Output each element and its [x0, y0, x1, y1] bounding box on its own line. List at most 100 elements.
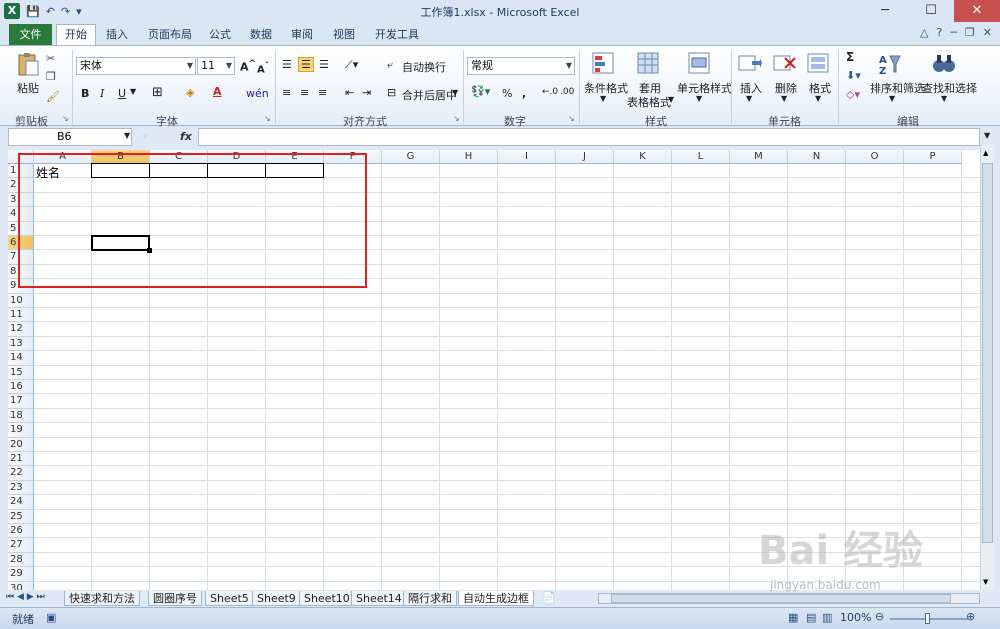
number-format-combo[interactable]: 常规 ▼ — [467, 57, 575, 75]
row-header-10[interactable]: 10 — [8, 293, 34, 308]
chevron-down-icon[interactable]: ▼ — [452, 88, 458, 97]
decrease-indent-icon[interactable]: ⇤ — [345, 86, 354, 99]
formula-input[interactable] — [198, 128, 980, 146]
increase-decimal-icon[interactable]: ←.0 — [542, 87, 558, 97]
sheet-tab[interactable]: Sheet5 — [205, 591, 254, 606]
autosum-icon[interactable]: Σ — [846, 50, 854, 64]
macro-record-icon[interactable]: ▣ — [46, 611, 56, 624]
insert-function-icon[interactable]: fx — [180, 130, 192, 143]
scroll-thumb[interactable] — [982, 163, 993, 543]
normal-view-icon[interactable]: ▦ — [788, 611, 798, 624]
page-break-view-icon[interactable]: ▥ — [822, 611, 832, 624]
number-launcher-icon[interactable]: ↘ — [568, 114, 575, 123]
phonetic-icon[interactable]: wén — [246, 87, 269, 100]
align-right-icon[interactable]: ≡ — [318, 86, 327, 99]
align-bottom-icon[interactable]: ☰ — [319, 58, 329, 71]
zoom-out-icon[interactable]: ⊖ — [875, 610, 884, 623]
sheet-tab[interactable]: Sheet14 — [351, 591, 407, 606]
wrap-text-icon[interactable]: ⤶ — [387, 58, 393, 72]
minimize-icon[interactable]: ─ — [862, 0, 908, 22]
row-header-12[interactable]: 12 — [8, 322, 34, 337]
row-header-24[interactable]: 24 — [8, 495, 34, 510]
row-header-13[interactable]: 13 — [8, 336, 34, 352]
row-header-23[interactable]: 23 — [8, 480, 34, 496]
format-as-table-button[interactable]: 表格格式 — [627, 94, 671, 110]
column-header-N[interactable]: N — [788, 150, 846, 164]
expand-formula-icon[interactable]: ▼ — [984, 131, 990, 140]
format-as-table-icon[interactable] — [637, 52, 661, 76]
ribbon-minimize-icon[interactable]: △ — [920, 26, 928, 39]
row-header-25[interactable]: 25 — [8, 509, 34, 524]
bold-button[interactable]: B — [81, 87, 89, 100]
clipboard-launcher-icon[interactable]: ↘ — [62, 114, 69, 123]
paste-icon[interactable] — [16, 52, 40, 76]
maximize-icon[interactable]: ☐ — [908, 0, 954, 22]
chevron-down-icon[interactable]: ▼ — [781, 94, 787, 103]
column-header-M[interactable]: M — [730, 150, 788, 164]
shrink-font-icon[interactable]: Aˇ — [257, 60, 269, 75]
align-left-icon[interactable]: ≡ — [282, 86, 291, 99]
align-top-icon[interactable]: ☰ — [282, 58, 292, 71]
italic-button[interactable]: I — [100, 87, 104, 100]
increase-indent-icon[interactable]: ⇥ — [362, 86, 371, 99]
row-header-17[interactable]: 17 — [8, 394, 34, 409]
row-header-21[interactable]: 21 — [8, 452, 34, 467]
tab-page-layout[interactable]: 页面布局 — [148, 26, 192, 46]
column-header-P[interactable]: P — [904, 150, 962, 164]
row-header-16[interactable]: 16 — [8, 380, 34, 395]
chevron-down-icon[interactable]: ▼ — [600, 94, 606, 103]
vertical-scrollbar[interactable]: ▲ ▼ — [980, 145, 994, 590]
row-header-11[interactable]: 11 — [8, 308, 34, 323]
column-header-G[interactable]: G — [382, 150, 440, 164]
doc-restore-icon[interactable]: ❐ — [965, 26, 975, 39]
help-icon[interactable]: ? — [936, 26, 942, 39]
format-painter-icon[interactable]: 🖌 — [46, 90, 60, 103]
cell-styles-button[interactable]: 单元格样式 — [677, 80, 732, 96]
merge-center-button[interactable]: 合并后居中 — [402, 87, 457, 103]
row-header-22[interactable]: 22 — [8, 466, 34, 481]
font-launcher-icon[interactable]: ↘ — [264, 114, 271, 123]
column-header-J[interactable]: J — [556, 150, 614, 164]
cell-styles-icon[interactable] — [688, 52, 712, 76]
row-header-15[interactable]: 15 — [8, 365, 34, 380]
sheet-tab[interactable]: Sheet10 — [299, 591, 355, 606]
close-icon[interactable]: ✕ — [954, 0, 1000, 22]
sheet-tab[interactable]: 快速求和方法 — [64, 591, 140, 606]
tab-view[interactable]: 视图 — [333, 26, 355, 46]
doc-minimize-icon[interactable]: ─ — [950, 26, 957, 39]
tab-insert[interactable]: 插入 — [106, 26, 128, 46]
sheet-tab[interactable]: Sheet9 — [252, 591, 301, 606]
column-header-I[interactable]: I — [498, 150, 556, 164]
merge-icon[interactable]: ⊟ — [387, 86, 396, 99]
insert-cells-icon[interactable] — [738, 52, 762, 76]
row-header-26[interactable]: 26 — [8, 524, 34, 539]
chevron-down-icon[interactable]: ▼ — [130, 87, 136, 96]
fill-icon[interactable]: ⬇▾ — [846, 69, 861, 82]
clear-icon[interactable]: ◇▾ — [846, 88, 860, 101]
grow-font-icon[interactable]: A^ — [240, 58, 256, 74]
font-color-icon[interactable]: A — [213, 85, 222, 98]
horizontal-scrollbar[interactable] — [598, 593, 980, 604]
column-header-K[interactable]: K — [614, 150, 672, 164]
format-cells-icon[interactable] — [807, 52, 831, 76]
scroll-up-icon[interactable]: ▲ — [983, 149, 992, 157]
tab-data[interactable]: 数据 — [250, 26, 272, 46]
sort-filter-icon[interactable]: AZ — [878, 52, 902, 77]
borders-icon[interactable]: ⊞ — [152, 85, 163, 100]
tab-review[interactable]: 审阅 — [291, 26, 313, 46]
row-header-14[interactable]: 14 — [8, 351, 34, 366]
orientation-icon[interactable]: ⟋▾ — [345, 58, 358, 72]
percent-button[interactable]: % — [502, 87, 512, 100]
copy-icon[interactable]: ❐ — [46, 70, 56, 83]
fill-color-icon[interactable]: ◈ — [186, 86, 194, 99]
chevron-down-icon[interactable]: ▼ — [668, 95, 674, 104]
page-layout-view-icon[interactable]: ▤ — [806, 611, 816, 624]
scroll-down-icon[interactable]: ▼ — [983, 578, 992, 586]
sheet-tab[interactable]: 自动生成边框 — [458, 591, 534, 606]
name-box[interactable]: B6 — [8, 128, 132, 146]
name-box-dropdown-icon[interactable]: ▼ — [124, 131, 130, 140]
accounting-icon[interactable]: 💱▾ — [471, 85, 490, 98]
zoom-slider-thumb[interactable] — [925, 613, 930, 624]
sort-filter-button[interactable]: 排序和筛选 — [870, 80, 925, 96]
hscroll-thumb[interactable] — [611, 594, 951, 603]
